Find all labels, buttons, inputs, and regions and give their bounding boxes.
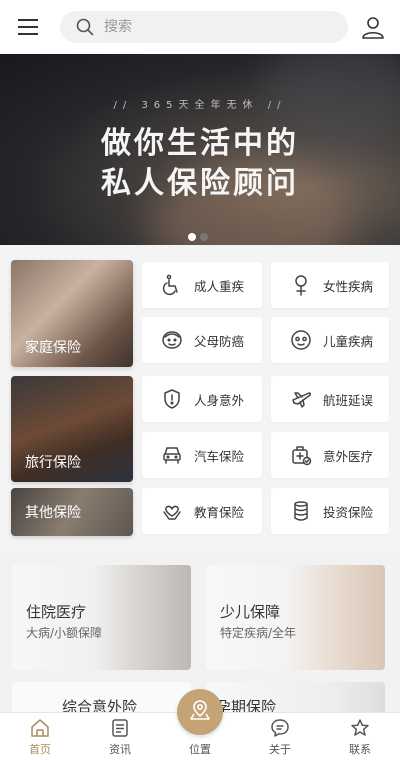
feature-subtitle: 特定疾病/全年: [220, 626, 297, 640]
search-bar[interactable]: [60, 11, 348, 43]
category-parent-cancer[interactable]: 父母防癌: [142, 317, 262, 363]
search-icon: [76, 17, 96, 37]
category-label: 航班延误: [323, 392, 374, 408]
nav-contact[interactable]: 联系: [320, 713, 400, 760]
category-label: 投资保险: [323, 504, 374, 520]
nav-label: 位置: [189, 743, 211, 756]
feature-title: 少儿保障: [220, 603, 281, 621]
big-card-label: 家庭保险: [25, 340, 81, 356]
category-investment-insurance[interactable]: 投资保险: [271, 488, 389, 534]
chat-bubble-icon: [269, 717, 291, 739]
big-card-label: 旅行保险: [25, 455, 81, 471]
feature-subtitle: 大病/小额保障: [26, 626, 103, 640]
carousel-dot-active[interactable]: [188, 233, 196, 241]
wheelchair-icon: [160, 273, 184, 297]
category-label: 父母防癌: [194, 333, 245, 349]
category-personal-accident[interactable]: 人身意外: [142, 376, 262, 422]
nav-label: 关于: [269, 743, 291, 756]
top-header: [0, 0, 400, 54]
category-label: 汽车保险: [194, 448, 245, 464]
category-label: 儿童疾病: [323, 333, 374, 349]
elder-face-icon: [160, 328, 184, 352]
nav-news[interactable]: 资讯: [80, 713, 160, 760]
child-face-icon: [289, 328, 313, 352]
airplane-icon: [289, 387, 313, 411]
hero-banner[interactable]: // 365天全年无休 // 做你生活中的 私人保险顾问: [0, 54, 400, 245]
other-insurance-card[interactable]: 其他保险: [11, 488, 133, 536]
carousel-dots: [188, 233, 208, 241]
female-icon: [289, 273, 313, 297]
coins-icon: [289, 499, 313, 523]
nav-about[interactable]: 关于: [240, 713, 320, 760]
nav-label: 首页: [29, 743, 51, 756]
category-flight-delay[interactable]: 航班延误: [271, 376, 389, 422]
travel-insurance-card[interactable]: 旅行保险: [11, 376, 133, 482]
nav-label: 联系: [349, 743, 371, 756]
user-icon[interactable]: [360, 14, 386, 40]
medical-kit-icon: [289, 443, 313, 467]
hamburger-menu-icon[interactable]: [14, 15, 42, 39]
banner-subtitle: // 365天全年无休 //: [113, 100, 287, 111]
category-car-insurance[interactable]: 汽车保险: [142, 432, 262, 478]
category-label: 人身意外: [194, 392, 245, 408]
nav-home[interactable]: 首页: [0, 713, 80, 760]
feature-title: 住院医疗: [26, 603, 87, 621]
hospital-medical-card[interactable]: 住院医疗 大病/小额保障: [12, 565, 191, 670]
star-icon: [349, 717, 371, 739]
location-icon: [189, 699, 211, 725]
category-grid: 家庭保险 旅行保险 其他保险 成人重疾 女性疾病 父母防癌 儿童疾病 人身意外 …: [0, 245, 400, 551]
category-education-insurance[interactable]: 教育保险: [142, 488, 262, 534]
banner-title-line1: 做你生活中的: [101, 126, 299, 161]
home-icon: [29, 717, 51, 739]
family-insurance-card[interactable]: 家庭保险: [11, 260, 133, 367]
heart-hands-icon: [160, 499, 184, 523]
big-card-label: 其他保险: [25, 505, 81, 521]
category-adult-critical-illness[interactable]: 成人重疾: [142, 262, 262, 308]
category-label: 教育保险: [194, 504, 245, 520]
car-icon: [160, 443, 184, 467]
category-label: 女性疾病: [323, 278, 374, 294]
category-accident-medical[interactable]: 意外医疗: [271, 432, 389, 478]
search-input[interactable]: [104, 19, 334, 35]
location-button[interactable]: [177, 689, 223, 735]
carousel-dot[interactable]: [200, 233, 208, 241]
nav-label: 资讯: [109, 743, 131, 756]
category-female-disease[interactable]: 女性疾病: [271, 262, 389, 308]
category-label: 意外医疗: [323, 448, 374, 464]
shield-alert-icon: [160, 387, 184, 411]
banner-title-line2: 私人保险顾问: [101, 166, 299, 201]
child-protection-card[interactable]: 少儿保障 特定疾病/全年: [206, 565, 385, 670]
category-label: 成人重疾: [194, 278, 245, 294]
category-child-disease[interactable]: 儿童疾病: [271, 317, 389, 363]
news-icon: [109, 717, 131, 739]
